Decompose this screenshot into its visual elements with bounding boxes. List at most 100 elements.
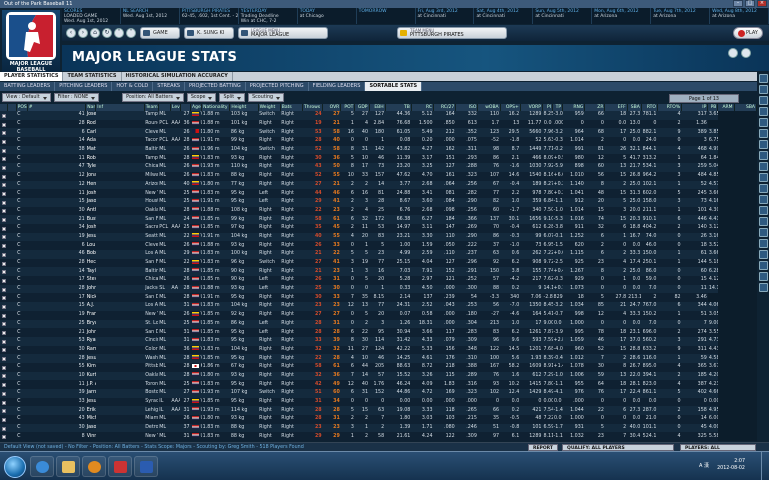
column-header[interactable]: [180, 104, 192, 111]
table-row[interactable]: C34Josh DonaldsonSacramentoPCLAAA25USA1.…: [0, 223, 757, 233]
row-checkbox[interactable]: [0, 423, 8, 433]
table-row[interactable]: C47Tyler FlowersChicagoML26USA1.93 m110 …: [0, 163, 757, 172]
table-row[interactable]: C30Jason KendallDetroitML37USA1.83 m88 k…: [0, 423, 757, 433]
column-header[interactable]: PB: [707, 104, 719, 111]
tool-icon[interactable]: [759, 184, 768, 193]
table-row[interactable]: C38Matt WietersBaltimoreML26USA1.96 m104…: [0, 145, 757, 155]
table-row[interactable]: C28John JasoJacksonSLAA28USA1.88 m93 kgL…: [0, 284, 757, 294]
ticker-cell[interactable]: Tue, Aug 7th, 2012 at Arizona: [651, 8, 711, 24]
table-row[interactable]: C28Rod BarajasRound RockPCLAAA36USA1.88 …: [0, 119, 757, 129]
minimize-button[interactable]: –: [733, 0, 743, 7]
column-header[interactable]: OVR: [322, 104, 342, 111]
column-header[interactable]: RC: [411, 104, 435, 111]
player-name[interactable]: Jose Lobaton: [85, 111, 96, 120]
tool-icon[interactable]: [759, 206, 768, 215]
row-checkbox[interactable]: [0, 336, 8, 346]
tool-icon[interactable]: [759, 96, 768, 105]
taskbar-word-icon[interactable]: [134, 456, 158, 477]
player-name[interactable]: Lou Marson: [85, 241, 96, 250]
ticker-cell[interactable]: Mon, Aug 6th, 2012 at Arizona: [592, 8, 652, 24]
player-name[interactable]: A.J. Ellis: [85, 302, 96, 311]
player-name[interactable]: Taylor Teagarden: [85, 267, 96, 277]
row-checkbox[interactable]: [0, 206, 8, 216]
player-name[interactable]: Anthony Recker: [85, 206, 96, 216]
player-name[interactable]: Carlos Santana: [85, 128, 96, 138]
maximize-button[interactable]: □: [745, 0, 755, 7]
row-checkbox[interactable]: [0, 137, 8, 146]
player-name[interactable]: Rod Barajas: [85, 119, 96, 129]
column-header[interactable]: RC/27: [433, 104, 457, 111]
ticker-cell[interactable]: Wed, Aug 8th, 2012 at Arizona: [710, 8, 769, 24]
column-header[interactable]: POS: [16, 104, 28, 111]
row-checkbox[interactable]: [0, 250, 8, 259]
tab-fielding-leaders[interactable]: FIELDING LEADERS: [309, 82, 366, 91]
column-header[interactable]: POT: [340, 104, 356, 111]
home-icon[interactable]: ⌂: [90, 28, 100, 38]
table-row[interactable]: C12Henry BlancoArizonaML40VEN1.80 m77 kg…: [0, 180, 757, 190]
row-checkbox[interactable]: [0, 197, 8, 207]
taskbar-media-icon[interactable]: [82, 456, 106, 477]
player-name[interactable]: Buster Posey: [85, 215, 96, 224]
player-name[interactable]: Jesus Flores: [85, 354, 96, 363]
column-header[interactable]: SBA: [734, 104, 757, 111]
tab-sortable-stats[interactable]: SORTABLE STATS: [365, 82, 423, 91]
table-row[interactable]: C11Robinson ChirinosTampa BayML28VEN1.83…: [0, 154, 757, 164]
player-name[interactable]: Erik Kratz: [85, 406, 96, 416]
show-desktop-button[interactable]: [761, 452, 769, 480]
table-row[interactable]: C39Jarrod SaltalamacchiaBostonML27USA1.9…: [0, 389, 757, 398]
tab-hot-cold[interactable]: HOT & COLD: [112, 82, 154, 91]
row-checkbox[interactable]: [0, 406, 8, 416]
column-header[interactable]: RTO%: [657, 104, 683, 111]
table-row[interactable]: C21John BakerSan DiegoML31USA1.85 m95 kg…: [0, 328, 757, 337]
player-name[interactable]: Josh Donaldson: [85, 223, 96, 233]
table-row[interactable]: C30Ramon HernandezColoradoML36VEN1.83 m1…: [0, 345, 757, 355]
split-dropdown[interactable]: Split: [219, 93, 246, 102]
tab-projected-batting[interactable]: PROJECTED BATTING: [185, 82, 246, 91]
row-checkbox[interactable]: [0, 267, 8, 277]
player-name[interactable]: Jarrod Saltalamacchia: [85, 389, 96, 398]
row-checkbox[interactable]: [0, 319, 8, 329]
column-header[interactable]: Height: [229, 104, 259, 111]
player-name[interactable]: Robinson Chirinos: [85, 154, 96, 164]
arrow-up-icon[interactable]: ˄: [114, 28, 124, 38]
tab-historical-simulation-accuracy[interactable]: HISTORICAL SIMULATION ACCURACY: [122, 72, 233, 81]
tool-icon[interactable]: [759, 162, 768, 171]
ticker-cell[interactable]: TODAY at Chicago: [298, 8, 357, 24]
tab-streaks[interactable]: STREAKS: [153, 82, 186, 91]
column-header[interactable]: Nationality: [201, 104, 231, 111]
scouting-dropdown[interactable]: Scouting: [248, 93, 285, 102]
tray-language-icon[interactable]: A 漢: [699, 462, 709, 469]
tool-icon[interactable]: [759, 74, 768, 83]
table-row[interactable]: C19Francisco CervelliNew YorkML26VEN1.85…: [0, 310, 757, 320]
tab-team-statistics[interactable]: TEAM STATISTICS: [63, 72, 122, 81]
table-row[interactable]: C55Kim Seong KiPittsburghML28KOR1.86 m67…: [0, 362, 757, 372]
tab-pitching-leaders[interactable]: PITCHING LEADERS: [55, 82, 113, 91]
player-name[interactable]: Francisco Cervelli: [85, 310, 96, 320]
column-header[interactable]: SBA: [627, 104, 642, 111]
table-row[interactable]: C15Jason CastroHoustonML25USA1.91 m95 kg…: [0, 197, 757, 207]
row-checkbox[interactable]: [0, 432, 8, 441]
tool-icon[interactable]: [759, 283, 768, 292]
tool-icon[interactable]: [759, 261, 768, 270]
arrow-down-icon[interactable]: ˅: [126, 28, 136, 38]
table-row[interactable]: C20Erik KratzLehigh ValleyILAAA31USA1.93…: [0, 406, 757, 416]
help-icon[interactable]: [728, 48, 738, 58]
ticker-cell[interactable]: SCORES LOADED GAME Wed. Aug 1st, 2012: [62, 8, 121, 24]
row-checkbox[interactable]: [0, 171, 8, 181]
row-checkbox[interactable]: [0, 276, 8, 285]
play-button[interactable]: PLAY: [733, 27, 763, 39]
close-button[interactable]: ×: [757, 0, 767, 7]
column-header[interactable]: EFF: [604, 104, 628, 111]
player-name[interactable]: Jason Castro: [85, 197, 96, 207]
table-row[interactable]: C43Michael McKenryMiamiML26USA1.80 m93 k…: [0, 415, 757, 424]
tool-icon[interactable]: [759, 228, 768, 237]
column-header[interactable]: Throws: [302, 104, 324, 111]
row-checkbox[interactable]: [0, 380, 8, 389]
row-checkbox[interactable]: [0, 258, 8, 268]
tool-icon[interactable]: [759, 107, 768, 116]
position-dropdown[interactable]: Position: All Batters: [122, 93, 184, 102]
refresh-icon[interactable]: ↻: [102, 28, 112, 38]
column-header[interactable]: OPS+: [500, 104, 521, 111]
player-name[interactable]: Hector Sanchez: [85, 258, 96, 268]
column-header[interactable]: TP: [552, 104, 564, 111]
